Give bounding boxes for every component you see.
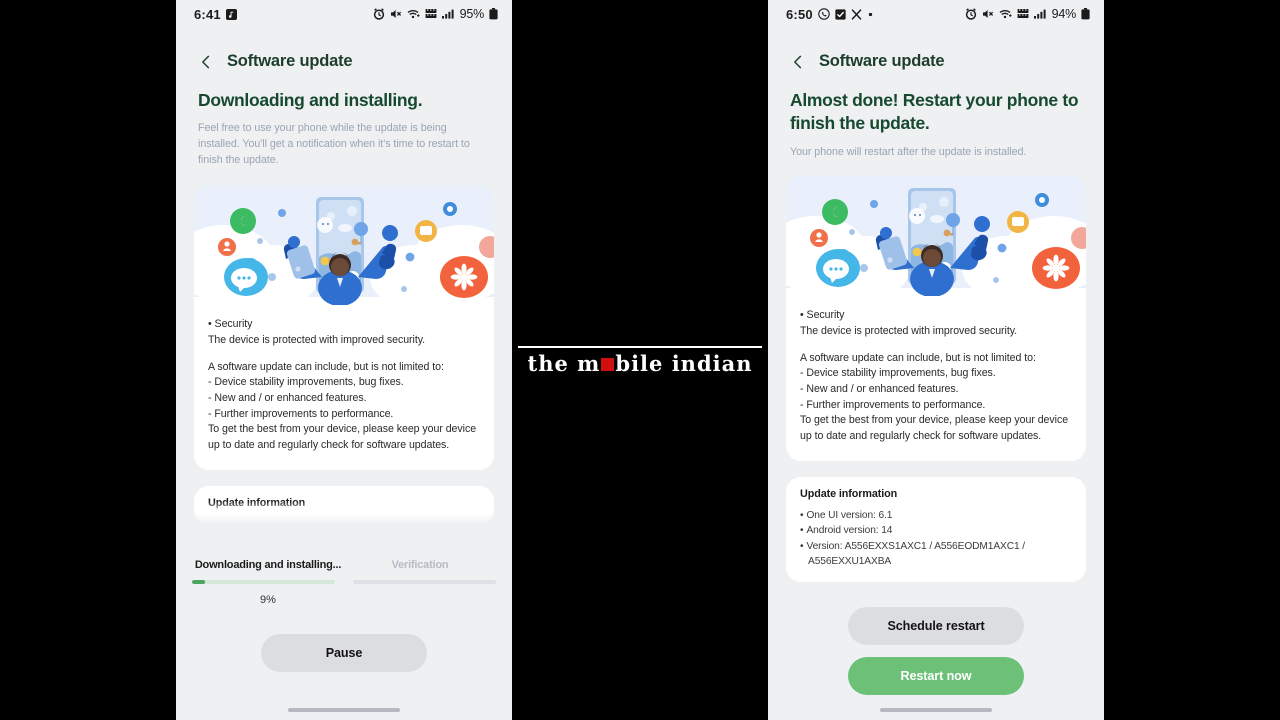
watermark-text-after: bile indian [615,350,753,376]
text-gap [800,340,1072,351]
progress-bar-2 [353,579,496,584]
progress-step-downloading: Downloading and installing... [192,558,344,573]
page-title: Software update [227,52,353,70]
battery-percent: 95% [459,7,485,21]
music-note-icon [225,8,237,20]
security-bullet: • Security [800,309,845,322]
progress-bars [192,579,496,584]
battery-icon [489,8,498,20]
update-information-hidden-line: One UI version: 6.1 [208,513,298,524]
progress-step-1-label: Downloading and installing... [194,558,342,571]
alarm-icon [965,8,977,20]
text-gap [208,349,480,360]
gesture-bar-right[interactable] [880,708,992,712]
update-information-card-right[interactable]: Update information • One UI version: 6.1 •… [786,476,1086,582]
chevron-left-icon[interactable] [198,54,214,70]
signal-icon [1033,8,1047,20]
x-icon [851,8,862,20]
update-content-card-left: • Security The device is protected with … [194,185,494,470]
pause-button[interactable]: Pause [261,633,427,672]
status-time: 6:41 [194,6,221,22]
dual-sim-icon [1017,8,1029,20]
subline-left: Feel free to use your phone while the up… [198,122,470,166]
restart-now-button[interactable]: Restart now [848,656,1024,695]
include-item-1: - New and / or enhanced features. [208,392,367,405]
watermark-accent-square [601,357,615,371]
status-bar-right: 6:50 94% [768,0,1104,28]
wifi-icon [999,8,1012,20]
include-item-2: - Further improvements to performance. [800,398,986,411]
phone-screen-right: 6:50 94% Software update Almost done! Re… [768,0,1104,720]
wifi-icon [407,8,420,20]
update-information-item: • Android version: 14 [800,525,893,537]
status-bar-left-group-right: 6:50 [786,7,874,22]
bullet-icon: • [800,509,804,521]
include-item-1: - New and / or enhanced features. [800,382,959,395]
status-bar-left-group: 6:41 [194,7,237,22]
watermark-text-before: the m [527,350,601,376]
watermark: the m bile indian [512,340,768,386]
title-bar-left: Software update [176,28,512,71]
status-bar-right-group-right: 94% [965,7,1090,21]
headline-left: Downloading and installing. [198,90,423,110]
alarm-icon [373,8,385,20]
battery-icon [1081,8,1090,20]
schedule-restart-button[interactable]: Schedule restart [848,606,1024,645]
screenshot-stage: 6:41 95% Software update Downloading and… [0,0,1280,720]
progress-bar-1-fill [192,579,205,584]
progress-section: Downloading and installing... Verificati… [192,558,496,606]
dot-icon [867,11,874,18]
update-information-card-left[interactable]: Update information One UI version: 6.1 [194,485,494,524]
closing-text: To get the best from your device, please… [208,423,477,452]
update-content-card-right: • Security The device is protected with … [786,176,1086,461]
include-item-0: - Device stability improvements, bug fix… [208,376,404,389]
update-illustration [194,185,494,306]
whatsapp-icon [818,8,830,20]
progress-step-verification: Verification [344,558,496,573]
update-information-item: • Version: A556EXXS1AXC1 / A556EODM1AXC1 … [800,539,1072,570]
security-desc: The device is protected with improved se… [800,324,1018,337]
progress-bar-1 [192,579,335,584]
bullet-icon: • [800,525,804,537]
gesture-bar-left[interactable] [288,708,400,712]
progress-labels: Downloading and installing... Verificati… [192,558,496,573]
battery-percent-right: 94% [1051,7,1077,21]
update-information-title: Update information [800,487,898,500]
signal-icon [441,8,455,20]
update-card-text-right: • Security The device is protected with … [786,296,1086,460]
closing-text: To get the best from your device, please… [800,414,1069,442]
status-bar-left: 6:41 95% [176,0,512,28]
headline-right: Almost done! Restart your phone to finis… [790,90,1079,134]
update-information-list: • One UI version: 6.1 • Android version: 14… [800,508,1072,570]
chevron-left-icon[interactable] [790,54,806,70]
include-intro: A software update can include, but is no… [800,351,1036,364]
subline-right: Your phone will restart after the update… [790,145,1027,158]
progress-step-2-label: Verification [391,558,449,571]
title-bar-right: Software update [768,28,1104,71]
status-time-right: 6:50 [786,6,813,22]
update-information-item: • One UI version: 6.1 [800,509,893,521]
checkbox-icon [835,8,846,20]
dual-sim-icon [425,8,437,20]
mute-icon [390,8,402,20]
update-information-item-continuation: A556EXXU1AXBA [808,556,892,568]
include-item-2: - Further improvements to performance. [208,407,394,420]
security-bullet: • Security [208,318,253,331]
include-item-0: - Device stability improvements, bug fix… [800,367,996,380]
update-card-text-left: • Security The device is protected with … [194,305,494,469]
include-intro: A software update can include, but is no… [208,360,444,373]
status-bar-right-group: 95% [373,7,498,21]
security-desc: The device is protected with improved se… [208,334,426,347]
update-information-title: Update information [208,496,306,509]
page-title-right: Software update [819,52,945,70]
phone-screen-left: 6:41 95% Software update Downloading and… [176,0,512,720]
progress-percent-text: 9% [260,593,276,606]
bullet-icon: • [800,540,804,552]
update-illustration [786,176,1086,297]
mute-icon [982,8,994,20]
watermark-bar [518,346,762,348]
